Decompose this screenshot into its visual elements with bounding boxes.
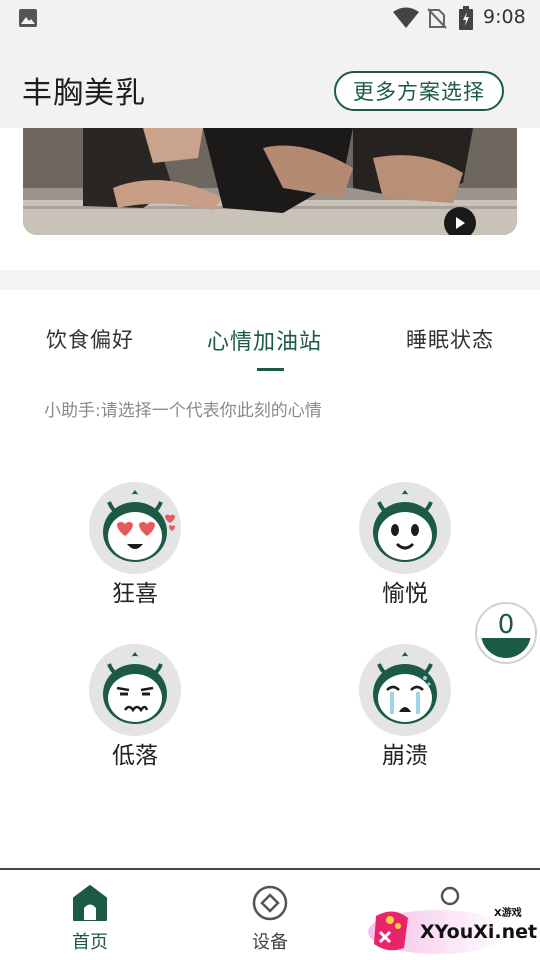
wifi-icon (393, 7, 419, 28)
mood-ecstatic[interactable]: 狂喜 (85, 482, 185, 612)
nav-device[interactable]: 设备 (180, 870, 360, 960)
floating-counter-button[interactable]: 0 (475, 602, 537, 664)
mood-label: 狂喜 (112, 581, 158, 607)
mood-down[interactable]: 低落 (85, 644, 185, 774)
active-tab-indicator (257, 368, 284, 371)
watermark-small-text: X游戏 (494, 906, 522, 919)
assistant-hint: 小助手:请选择一个代表你此刻的心情 (44, 401, 322, 421)
play-icon (456, 217, 465, 229)
status-bar: 9:08 (0, 0, 540, 36)
sad-face-icon (89, 644, 181, 736)
mood-tabs: 饮食偏好 心情加油站 睡眠状态 (0, 318, 540, 374)
site-watermark: X游戏 XYouXi.net (368, 906, 537, 954)
watermark-text: XYouXi.net (420, 921, 537, 943)
tab-sleep[interactable]: 睡眠状态 (406, 324, 494, 354)
mood-label: 低落 (112, 743, 158, 769)
page-title: 丰胸美乳 (22, 76, 146, 111)
more-plans-button[interactable]: 更多方案选择 (334, 71, 504, 111)
crying-face-icon (359, 644, 451, 736)
video-banner[interactable] (23, 128, 517, 235)
no-sim-icon (427, 8, 447, 29)
smile-face-icon (359, 482, 451, 574)
device-icon (252, 885, 288, 921)
nav-home[interactable]: 首页 (0, 870, 180, 960)
mood-happy[interactable]: 愉悦 (355, 482, 455, 612)
counter-value: 0 (497, 610, 515, 640)
app-header: 丰胸美乳 更多方案选择 (0, 36, 540, 128)
tab-mood[interactable]: 心情加油站 (207, 324, 322, 356)
image-notification-icon (19, 9, 37, 27)
section-divider (0, 270, 540, 290)
heart-eyes-face-icon (89, 482, 181, 574)
battery-charging-icon (459, 6, 473, 30)
home-icon (73, 885, 107, 921)
video-thumbnail (23, 128, 517, 235)
counter-gauge: 0 (481, 608, 531, 658)
clock-time: 9:08 (483, 6, 526, 28)
nav-label: 设备 (252, 932, 288, 953)
counter-fill (481, 638, 531, 658)
tab-diet[interactable]: 饮食偏好 (46, 324, 134, 354)
mood-label: 崩溃 (382, 743, 428, 769)
mood-label: 愉悦 (382, 581, 428, 607)
mood-breakdown[interactable]: 崩溃 (355, 644, 455, 774)
nav-label: 首页 (72, 932, 108, 953)
play-button[interactable] (444, 207, 476, 235)
